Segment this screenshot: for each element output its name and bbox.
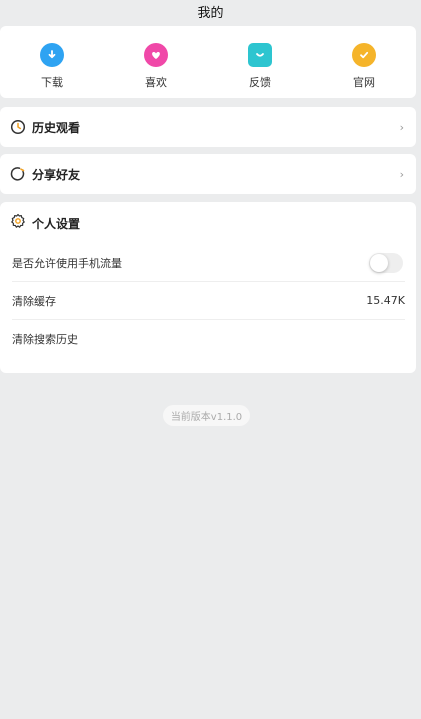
share-row[interactable]: 分享好友 › [0, 154, 416, 194]
mobile-data-row: 是否允许使用手机流量 [12, 244, 405, 282]
download-button[interactable]: 下载 [0, 26, 104, 98]
history-row[interactable]: 历史观看 › [0, 107, 416, 147]
page-title: 我的 [197, 5, 224, 21]
clear-search-label: 清除搜索历史 [12, 333, 78, 346]
download-icon [40, 43, 64, 67]
heart-icon [144, 43, 168, 67]
clear-search-row[interactable]: 清除搜索历史 [12, 320, 405, 358]
clock-icon [10, 119, 26, 135]
toggle-knob [370, 253, 388, 272]
chevron-right-icon: › [399, 167, 404, 181]
clear-cache-row[interactable]: 清除缓存 15.47K [12, 282, 405, 320]
gear-icon [10, 213, 26, 233]
mobile-data-toggle[interactable] [369, 252, 403, 273]
feedback-label: 反馈 [249, 76, 271, 89]
download-label: 下载 [41, 76, 63, 89]
quick-actions-card: 下载 喜欢 反馈 官网 [0, 26, 416, 98]
settings-title: 个人设置 [32, 216, 81, 231]
share-title: 分享好友 [32, 167, 81, 182]
clear-cache-label: 清除缓存 [12, 294, 56, 308]
feedback-icon [248, 43, 272, 67]
feedback-button[interactable]: 反馈 [208, 26, 312, 98]
settings-card: 个人设置 是否允许使用手机流量 清除缓存 15.47K 清除搜索历史 [0, 202, 416, 373]
website-label: 官网 [353, 76, 375, 89]
history-title: 历史观看 [32, 120, 81, 135]
chevron-right-icon: › [399, 120, 404, 134]
settings-header: 个人设置 [0, 202, 416, 244]
like-label: 喜欢 [145, 76, 167, 89]
cache-size-value: 15.47K [366, 294, 405, 307]
website-icon [352, 43, 376, 67]
version-badge: 当前版本v1.1.0 [163, 405, 250, 426]
website-button[interactable]: 官网 [312, 26, 416, 98]
share-icon [10, 166, 26, 182]
like-button[interactable]: 喜欢 [104, 26, 208, 98]
page-header: 我的 [0, 0, 421, 22]
mobile-data-label: 是否允许使用手机流量 [12, 256, 122, 270]
version-text: 当前版本v1.1.0 [170, 412, 243, 423]
